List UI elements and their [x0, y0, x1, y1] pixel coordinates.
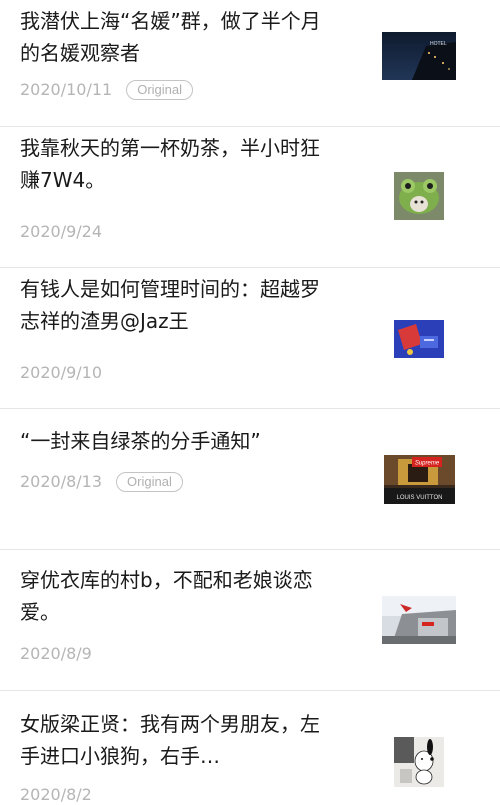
- article-date: 2020/8/2: [20, 785, 92, 804]
- article-title: 我潜伏上海“名媛”群，做了半个月的名媛观察者: [20, 9, 321, 65]
- article-title: 我靠秋天的第一杯奶茶，半小时狂赚7W4。: [20, 136, 320, 192]
- article-date: 2020/10/11: [20, 80, 113, 99]
- article-date: 2020/8/13: [20, 472, 103, 491]
- article-item[interactable]: “一封来自绿茶的分手通知” 2020/8/13 Original Supreme…: [0, 409, 500, 550]
- svg-text:HOTEL: HOTEL: [430, 41, 447, 47]
- article-title: 穿优衣库的村b，不配和老娘谈恋爱。: [20, 568, 313, 624]
- supreme-lv-photo-icon: Supreme LOUIS VUITTON: [384, 455, 455, 504]
- article-item[interactable]: 我靠秋天的第一杯奶茶，半小时狂赚7W4。 2020/9/24: [0, 127, 500, 268]
- original-badge: Original: [116, 472, 183, 492]
- article-date: 2020/9/10: [20, 363, 103, 382]
- article-meta: 2020/9/10: [20, 363, 102, 383]
- article-title: 有钱人是如何管理时间的：超越罗志祥的渣男@Jaz王: [20, 277, 320, 333]
- article-item[interactable]: 穿优衣库的村b，不配和老娘谈恋爱。 2020/8/9: [0, 550, 500, 691]
- thumb-supreme-text: Supreme: [415, 461, 440, 467]
- article-item[interactable]: 女版梁正贤：我有两个男朋友，左手进口小狼狗，右手… 2020/8/2: [0, 691, 500, 804]
- article-title: “一封来自绿茶的分手通知”: [20, 429, 261, 453]
- supreme-store-photo-icon: [382, 596, 456, 644]
- article-list: 我潜伏上海“名媛”群，做了半个月的名媛观察者 2020/10/11 Origin…: [0, 0, 500, 804]
- article-meta: 2020/8/9: [20, 644, 92, 664]
- thumb-lv-text: LOUIS VUITTON: [397, 495, 443, 501]
- article-meta: 2020/10/11 Original: [20, 80, 194, 100]
- article-date: 2020/9/24: [20, 222, 103, 241]
- article-title: 女版梁正贤：我有两个男朋友，左手进口小狼狗，右手…: [20, 712, 320, 768]
- article-item[interactable]: 有钱人是如何管理时间的：超越罗志祥的渣男@Jaz王 2020/9/10: [0, 268, 500, 409]
- article-meta: 2020/8/2: [20, 785, 92, 805]
- blue-wallet-photo-icon: [394, 320, 444, 358]
- article-date: 2020/8/9: [20, 644, 92, 663]
- hotel-night-photo-icon: HOTEL: [382, 32, 456, 80]
- article-meta: 2020/8/13 Original: [20, 472, 183, 492]
- snoopy-photo-icon: [394, 737, 444, 787]
- article-item[interactable]: 我潜伏上海“名媛”群，做了半个月的名媛观察者 2020/10/11 Origin…: [0, 0, 500, 127]
- article-meta: 2020/9/24: [20, 222, 102, 242]
- original-badge: Original: [126, 80, 194, 100]
- frog-hat-photo-icon: [394, 172, 444, 220]
